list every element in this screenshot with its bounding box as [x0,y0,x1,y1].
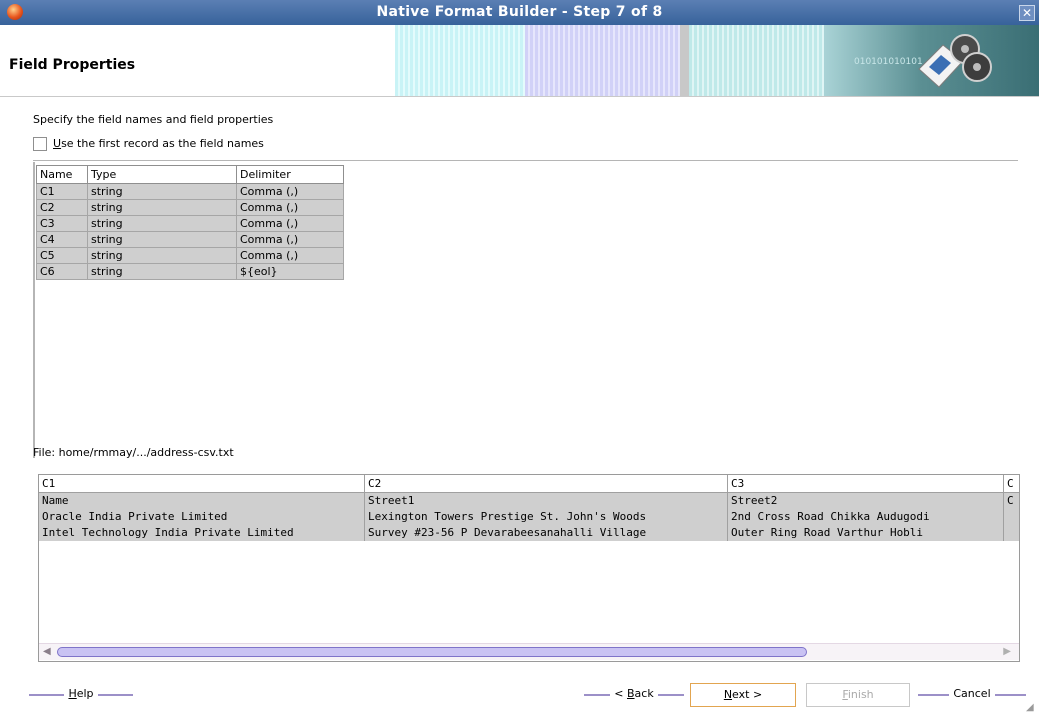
preview-column: C1 Name Oracle India Private Limited Int… [39,475,365,541]
table-row[interactable]: C5 string Comma (,) [36,247,344,264]
field-delimiter-cell[interactable]: Comma (,) [236,199,344,216]
preview-column-header[interactable]: C2 [365,475,727,493]
field-type-cell[interactable]: string [87,183,237,200]
window-title: Native Format Builder - Step 7 of 8 [376,4,663,20]
field-name-cell[interactable]: C4 [36,231,88,248]
field-name-cell[interactable]: C6 [36,263,88,280]
preview-cell[interactable]: Lexington Towers Prestige St. John's Woo… [365,509,727,525]
preview-column-header[interactable]: C [1004,475,1019,493]
table-row[interactable]: C3 string Comma (,) [36,215,344,232]
help-label: elp [76,687,94,700]
field-type-cell[interactable]: string [87,215,237,232]
preview-cell[interactable]: 2nd Cross Road Chikka Audugodi [728,509,1003,525]
field-name-cell[interactable]: C2 [36,199,88,216]
header-decoration [395,25,525,96]
page-title: Field Properties [9,57,136,73]
table-row[interactable]: C2 string Comma (,) [36,199,344,216]
field-type-cell[interactable]: string [87,231,237,248]
back-label: ack [634,687,654,700]
help-button[interactable]: Help [29,683,133,707]
field-type-cell[interactable]: string [87,199,237,216]
back-prefix: < [614,687,627,700]
cancel-button[interactable]: Cancel [918,683,1026,707]
field-delimiter-cell[interactable]: Comma (,) [236,215,344,232]
preview-column-header[interactable]: C1 [39,475,364,493]
scroll-right-icon[interactable]: ▶ [1003,646,1011,657]
preview-table: C1 Name Oracle India Private Limited Int… [39,475,1019,541]
scroll-left-icon[interactable]: ◀ [43,646,51,657]
finish-button[interactable]: Finish [806,683,910,707]
column-header-delimiter[interactable]: Delimiter [236,165,344,184]
preview-cell[interactable]: C [1004,493,1019,509]
film-reel-icon [918,34,992,88]
instruction-text: Specify the field names and field proper… [33,113,274,126]
table-row[interactable]: C4 string Comma (,) [36,231,344,248]
table-row[interactable]: C1 string Comma (,) [36,183,344,200]
preview-cell[interactable] [1004,525,1019,541]
cancel-label: Cancel [949,687,995,700]
back-mnemonic: B [627,687,635,700]
column-header-name[interactable]: Name [36,165,88,184]
field-delimiter-cell[interactable]: Comma (,) [236,231,344,248]
field-delimiter-cell[interactable]: ${eol} [236,263,344,280]
back-button[interactable]: < Back [584,683,684,707]
preview-cell[interactable] [1004,509,1019,525]
first-record-mnemonic: U [53,137,62,150]
preview-column: C C [1004,475,1019,541]
preview-column-header[interactable]: C3 [728,475,1003,493]
title-bar: Native Format Builder - Step 7 of 8 ✕ [0,0,1039,25]
table-row[interactable]: C6 string ${eol} [36,263,344,280]
file-path-label: File: home/rmmay/.../address-csv.txt [33,446,234,459]
next-button[interactable]: Next > [690,683,796,707]
header-decoration [689,25,824,96]
resize-grip-icon[interactable]: ◢ [1026,702,1036,713]
first-record-checkbox[interactable] [33,137,47,151]
field-pane-border [33,162,35,458]
preview-column: C2 Street1 Lexington Towers Prestige St.… [365,475,728,541]
field-name-cell[interactable]: C1 [36,183,88,200]
preview-cell[interactable]: Survey #23-56 P Devarabeesanahalli Villa… [365,525,727,541]
header-decoration [525,25,680,96]
preview-cell[interactable]: Outer Ring Road Varthur Hobli [728,525,1003,541]
next-mnemonic: N [723,688,733,701]
preview-cell[interactable]: Intel Technology India Private Limited [39,525,364,541]
finish-label: inish [847,688,874,701]
field-delimiter-cell[interactable]: Comma (,) [236,247,344,264]
field-type-cell[interactable]: string [87,263,237,280]
field-name-cell[interactable]: C5 [36,247,88,264]
field-delimiter-cell[interactable]: Comma (,) [236,183,344,200]
field-name-cell[interactable]: C3 [36,215,88,232]
scrollbar-thumb[interactable] [57,647,807,657]
close-icon[interactable]: ✕ [1019,5,1035,21]
column-header-type[interactable]: Type [87,165,237,184]
horizontal-scrollbar[interactable]: ◀ ▶ [39,643,1019,660]
separator [33,160,1018,161]
next-label: ext > [732,688,763,701]
header-decoration-text: 010101010101 [854,57,923,67]
help-mnemonic: H [68,687,77,700]
field-type-cell[interactable]: string [87,247,237,264]
preview-column: C3 Street2 2nd Cross Road Chikka Audugod… [728,475,1004,541]
first-record-option[interactable]: Use the first record as the field names [33,137,264,151]
preview-cell[interactable]: Street1 [365,493,727,509]
wizard-header: Field Properties 010101010101 [0,25,1039,97]
preview-cell[interactable]: Street2 [728,493,1003,509]
header-decoration [680,25,689,96]
field-properties-table: Name Type Delimiter C1 string Comma (,) C2… [36,165,344,280]
file-preview-grid: C1 Name Oracle India Private Limited Int… [38,474,1020,662]
preview-cell[interactable]: Name [39,493,364,509]
preview-cell[interactable]: Oracle India Private Limited [39,509,364,525]
first-record-label: se the first record as the field names [61,137,264,150]
